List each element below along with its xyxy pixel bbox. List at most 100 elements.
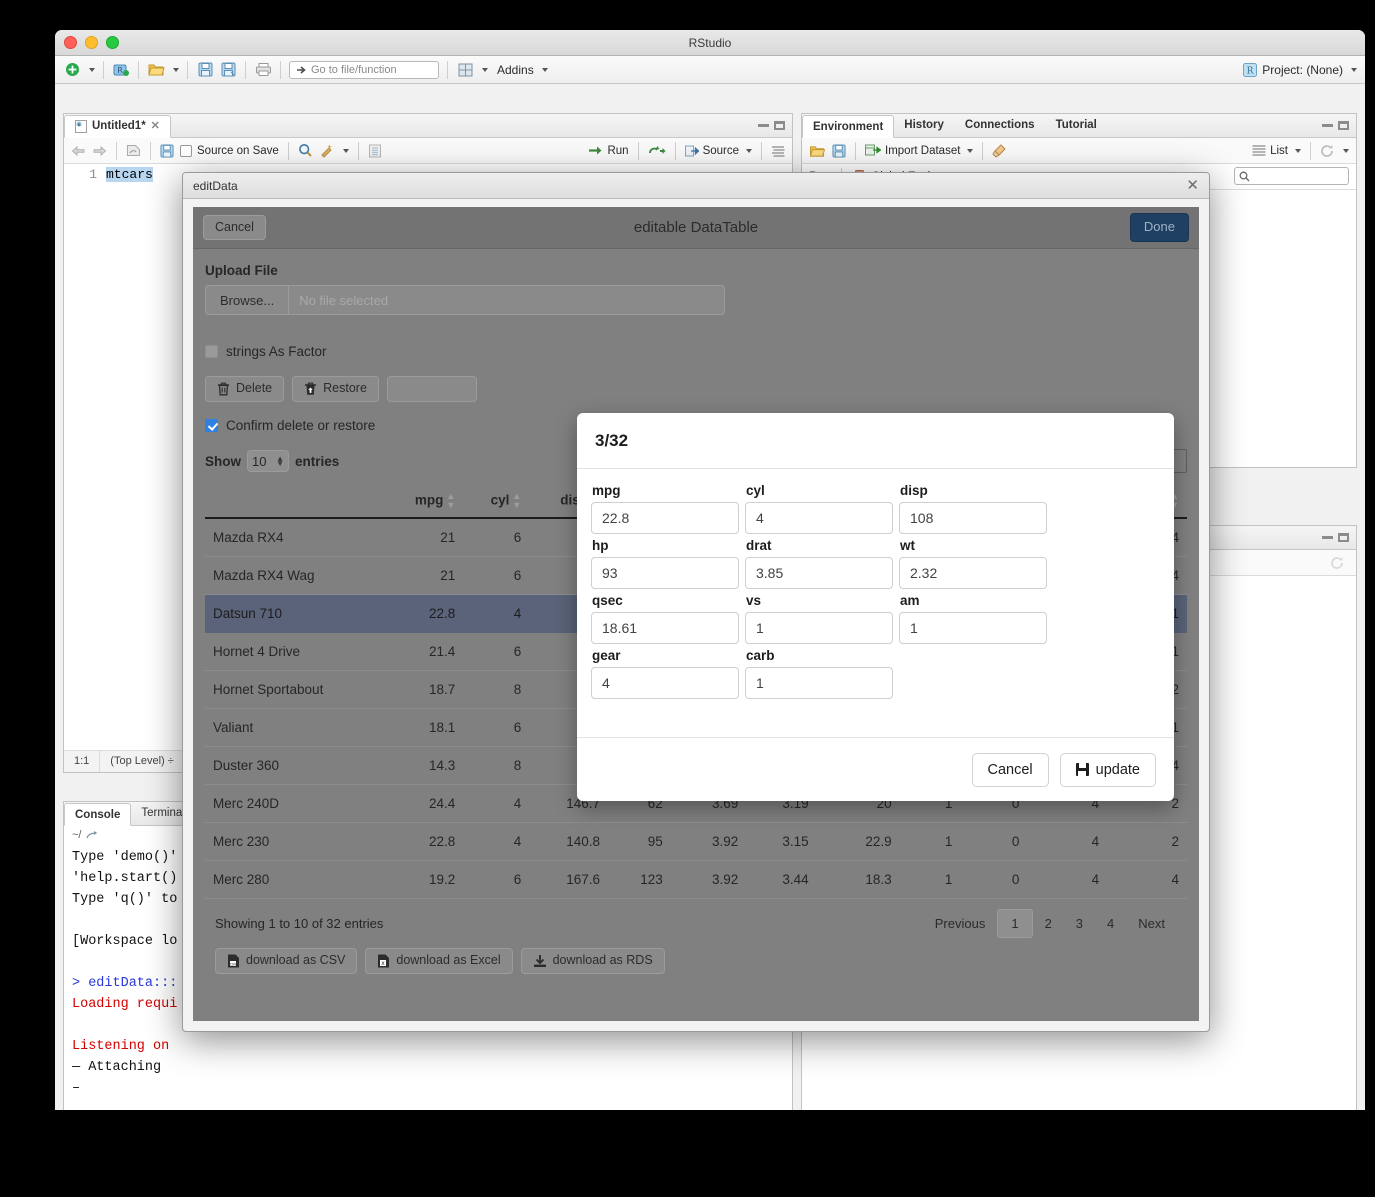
table-cell[interactable]: 2	[1107, 823, 1187, 861]
save-workspace-icon[interactable]	[832, 144, 846, 158]
tab-environment[interactable]: Environment	[802, 115, 894, 138]
minimize-pane-icon[interactable]	[1322, 536, 1333, 539]
download-button-0[interactable]: csvdownload as CSV	[215, 948, 357, 974]
table-pagination[interactable]: Previous1234Next	[923, 909, 1177, 938]
maximize-pane-icon[interactable]	[1338, 121, 1349, 130]
field-input-gear[interactable]	[591, 667, 739, 699]
strings-as-factor-row[interactable]: strings As Factor	[205, 344, 1187, 359]
table-cell[interactable]: 22.9	[817, 823, 900, 861]
table-cell[interactable]: 4	[1107, 861, 1187, 899]
table-cell[interactable]: 3.44	[746, 861, 816, 899]
field-input-carb[interactable]	[745, 667, 893, 699]
sort-arrows-icon[interactable]: ▲▼	[446, 492, 455, 510]
source-caret-icon[interactable]	[746, 149, 752, 153]
list-caret-icon[interactable]	[1295, 149, 1301, 153]
table-cell[interactable]: 21	[384, 518, 464, 557]
table-cell[interactable]: 21	[384, 557, 464, 595]
console-path-arrow-icon[interactable]	[86, 831, 98, 841]
table-cell[interactable]: 8	[463, 747, 529, 785]
table-cell[interactable]: 6	[463, 518, 529, 557]
table-cell[interactable]: 140.8	[529, 823, 608, 861]
pagination-page-2[interactable]: 2	[1033, 911, 1064, 936]
table-row[interactable]: Merc 28019.26167.61233.923.4418.31044	[205, 861, 1187, 899]
table-cell[interactable]: 4	[463, 595, 529, 633]
download-button-2[interactable]: download as RDS	[521, 948, 665, 974]
open-file-icon[interactable]	[147, 61, 165, 79]
maximize-pane-icon[interactable]	[774, 121, 785, 130]
save-icon[interactable]	[196, 61, 214, 79]
browse-button[interactable]: Browse...	[205, 285, 288, 315]
table-cell[interactable]: Mazda RX4	[205, 518, 384, 557]
table-cell[interactable]: Merc 240D	[205, 785, 384, 823]
rerun-icon[interactable]	[648, 145, 666, 157]
table-cell[interactable]: 167.6	[529, 861, 608, 899]
table-cell[interactable]: 6	[463, 709, 529, 747]
table-cell[interactable]: Mazda RX4 Wag	[205, 557, 384, 595]
goto-file-input[interactable]: Go to file/function	[289, 61, 439, 79]
code-tools-caret-icon[interactable]	[343, 149, 349, 153]
table-header-name[interactable]	[205, 485, 384, 518]
editor-tab-untitled1[interactable]: R Untitled1* ✕	[64, 115, 171, 138]
addins-caret-icon[interactable]	[542, 68, 548, 72]
workspace-panes-icon[interactable]	[456, 61, 474, 79]
table-cell[interactable]: 22.8	[384, 823, 464, 861]
table-cell[interactable]: Hornet 4 Drive	[205, 633, 384, 671]
minimize-pane-icon[interactable]	[1322, 124, 1333, 127]
new-file-icon[interactable]	[63, 61, 81, 79]
table-header-cyl[interactable]: cyl▲▼	[463, 485, 529, 518]
import-dataset-caret-icon[interactable]	[967, 149, 973, 153]
table-cell[interactable]: 14.3	[384, 747, 464, 785]
show-entries-control[interactable]: Show 10 ▲▼ entries	[205, 450, 339, 472]
table-cell[interactable]: 6	[463, 633, 529, 671]
maximize-pane-icon[interactable]	[1338, 533, 1349, 542]
table-cell[interactable]: Merc 280	[205, 861, 384, 899]
environment-search-input[interactable]	[1234, 167, 1349, 185]
close-icon[interactable]: ✕	[1186, 177, 1199, 195]
restore-button[interactable]: Restore	[292, 376, 379, 402]
code-tools-icon[interactable]	[319, 143, 334, 158]
list-view-button[interactable]: List	[1252, 145, 1301, 157]
table-cell[interactable]: 19.2	[384, 861, 464, 899]
field-input-cyl[interactable]	[745, 502, 893, 534]
project-caret-icon[interactable]	[1351, 68, 1357, 72]
run-button[interactable]: Run	[588, 145, 628, 157]
project-menu[interactable]: R Project: (None)	[1243, 63, 1357, 77]
confirm-delete-checkbox[interactable]	[205, 419, 218, 432]
extra-action-button[interactable]	[387, 376, 477, 402]
table-cell[interactable]: 6	[463, 557, 529, 595]
pagination-page-3[interactable]: 3	[1064, 911, 1095, 936]
table-cell[interactable]: 18.1	[384, 709, 464, 747]
gadget-done-button[interactable]: Done	[1130, 213, 1189, 241]
tab-tutorial[interactable]: Tutorial	[1046, 114, 1108, 137]
table-cell[interactable]: 18.7	[384, 671, 464, 709]
print-icon[interactable]	[254, 61, 272, 79]
code-scope[interactable]: (Top Level) ÷	[100, 751, 185, 772]
close-tab-icon[interactable]: ✕	[151, 115, 160, 138]
page-size-select[interactable]: 10 ▲▼	[247, 450, 289, 472]
table-cell[interactable]: 3.92	[671, 861, 747, 899]
strings-as-factor-checkbox[interactable]	[205, 345, 218, 358]
tab-history[interactable]: History	[894, 114, 955, 137]
environment-window-buttons[interactable]	[1322, 121, 1349, 130]
table-cell[interactable]: 123	[608, 861, 671, 899]
import-dataset-button[interactable]: Import Dataset	[865, 144, 973, 157]
table-cell[interactable]: 3.92	[671, 823, 747, 861]
table-cell[interactable]: Hornet Sportabout	[205, 671, 384, 709]
table-cell[interactable]: 95	[608, 823, 671, 861]
clear-workspace-icon[interactable]	[992, 144, 1007, 158]
field-input-disp[interactable]	[899, 502, 1047, 534]
pagination-page-1[interactable]: 1	[997, 909, 1032, 938]
compile-report-icon[interactable]	[368, 144, 382, 158]
table-cell[interactable]: 0	[960, 823, 1027, 861]
save-all-icon[interactable]	[219, 61, 237, 79]
find-replace-icon[interactable]	[298, 143, 313, 158]
code-text[interactable]: mtcars	[106, 167, 153, 182]
field-input-qsec[interactable]	[591, 612, 739, 644]
addins-button[interactable]: Addins	[497, 63, 534, 77]
source-button[interactable]: Source	[685, 145, 752, 157]
sort-arrows-icon[interactable]: ▲▼	[512, 492, 521, 510]
source-window-buttons[interactable]	[758, 121, 785, 130]
pagination-next[interactable]: Next	[1126, 911, 1177, 936]
minimize-pane-icon[interactable]	[758, 124, 769, 127]
table-cell[interactable]: 8	[463, 671, 529, 709]
